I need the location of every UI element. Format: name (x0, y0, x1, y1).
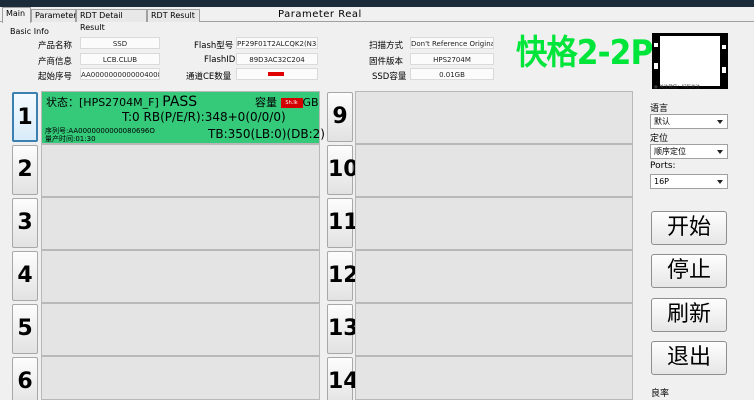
tab-parameter[interactable]: Parameter (31, 9, 77, 22)
vendor-field[interactable]: LCB.CLUB (80, 53, 160, 65)
locate-select[interactable]: 顺序定位 (650, 144, 728, 159)
device-mode-title: 快格2-2P (516, 33, 653, 73)
slot-button-1[interactable]: 1 (12, 92, 38, 142)
slot-panel-3 (41, 197, 320, 250)
language-label: 语言 (650, 104, 669, 114)
qr-code (652, 33, 728, 89)
language-select[interactable]: 默认 (650, 114, 728, 129)
locate-label: 定位 (650, 134, 669, 144)
firmware-field[interactable]: HPS2704M (410, 53, 494, 65)
start-button[interactable]: 开始 (651, 211, 727, 245)
slot-panel-11 (355, 197, 633, 250)
slot-tb-line: TB:350(LB:0)(DB:2) (208, 127, 325, 141)
slot-button-2[interactable]: 2 (12, 145, 38, 195)
stop-button[interactable]: 停止 (651, 254, 727, 288)
slot-panel-6 (41, 356, 320, 400)
ce-count-indicator (268, 72, 284, 76)
title-bar (0, 0, 754, 7)
slot-panel-12 (355, 250, 633, 303)
slot-panel-5 (41, 303, 320, 356)
chevron-down-icon (717, 180, 723, 184)
slot-panel-13 (355, 303, 633, 356)
slot-button-12[interactable]: 12 (327, 251, 359, 301)
tab-rdt-detail-result[interactable]: RDT Detail Result (76, 9, 147, 32)
qr-caption: ● 关注微信：扫码关注 (654, 85, 700, 90)
scan-mode-field[interactable]: Don't Reference Original (410, 37, 494, 49)
slot-rb-line: T:0 RB(P/E/R):348+0(0/0/0) (122, 110, 286, 124)
slot-button-11[interactable]: 11 (327, 198, 359, 248)
slot-button-10[interactable]: 10 (327, 145, 359, 195)
flash-model-field[interactable]: PF29F01T2ALCQK2(N38 (236, 37, 318, 49)
flash-id-field[interactable]: 89D3AC32C204 (236, 53, 318, 65)
ports-select[interactable]: 16P (650, 174, 728, 189)
slot-status: 状态：[HPS2704M_F] PASS (46, 94, 198, 110)
slot-button-3[interactable]: 3 (12, 198, 38, 248)
start-serial-label: 起始序号 (38, 72, 73, 82)
slot-time: 量产时间:01:30 (45, 135, 96, 143)
vendor-label: 产商信息 (38, 57, 73, 67)
tab-rdt-result[interactable]: RDT Result (147, 9, 200, 22)
slot-button-14[interactable]: 14 (327, 357, 359, 400)
slot-button-6[interactable]: 6 (12, 357, 38, 400)
slot-button-13[interactable]: 13 (327, 304, 359, 354)
chevron-down-icon (717, 150, 723, 154)
chevron-down-icon (717, 120, 723, 124)
exit-button[interactable]: 退出 (651, 341, 727, 375)
slot-panel-2 (41, 144, 320, 197)
pass-label: PASS (162, 94, 198, 110)
app-window: Main Parameter RDT Detail Result RDT Res… (0, 0, 754, 400)
ports-label: Ports: (650, 161, 676, 171)
refresh-button[interactable]: 刷新 (651, 298, 727, 332)
flash-id-label: FlashID (204, 55, 236, 65)
slot-capacity: 容量 Sh.lk GB (255, 96, 319, 109)
basic-info-title: Basic Info (10, 27, 49, 36)
product-name-label: 产品名称 (38, 41, 73, 51)
slot-button-9[interactable]: 9 (327, 92, 353, 142)
slot-panel-9 (355, 91, 633, 144)
start-serial-field[interactable]: AA000000000000400817 (80, 68, 160, 80)
ssd-capacity-label: SSD容量 (372, 72, 407, 82)
scan-mode-label: 扫描方式 (369, 41, 404, 51)
slot-panel-1: 状态：[HPS2704M_F] PASS 容量 Sh.lk GB T:0 RB(P… (41, 91, 325, 144)
slot-panel-10 (355, 144, 633, 197)
ce-count-label: 通道CE数量 (186, 72, 232, 82)
parameter-mode-title: Parameter Real (278, 9, 362, 20)
slot-button-5[interactable]: 5 (12, 304, 38, 354)
product-name-field[interactable]: SSD (80, 37, 160, 49)
slot-button-4[interactable]: 4 (12, 251, 38, 301)
capacity-badge: Sh.lk (280, 98, 303, 108)
flash-model-label: Flash型号 (194, 41, 234, 51)
yield-label: 良率 (651, 389, 670, 399)
tab-strip: Main Parameter RDT Detail Result RDT Res… (0, 7, 754, 32)
slot-panel-4 (41, 250, 320, 303)
ssd-capacity-field[interactable]: 0.01GB (410, 68, 494, 80)
firmware-label: 固件版本 (369, 57, 404, 67)
slot-panel-14 (355, 356, 633, 400)
tab-main[interactable]: Main (2, 7, 31, 23)
